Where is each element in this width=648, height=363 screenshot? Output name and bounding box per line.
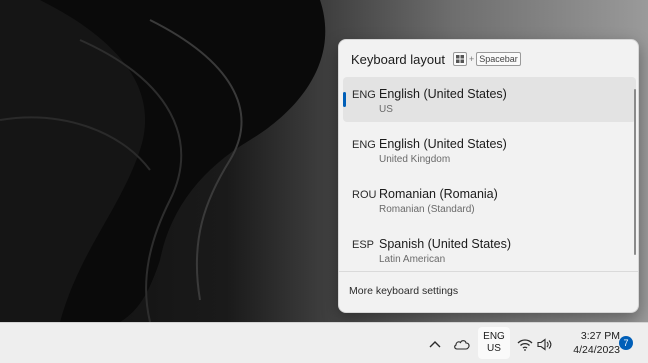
layout-variant: United Kingdom bbox=[379, 154, 451, 165]
input-language-code: ENG bbox=[483, 331, 505, 342]
layout-name: English (United States) bbox=[379, 87, 507, 101]
flyout-divider bbox=[339, 271, 638, 272]
clock-date: 4/24/2023 bbox=[573, 344, 620, 356]
layout-item[interactable]: ROU Romanian (Romania) Romanian (Standar… bbox=[343, 177, 636, 222]
onedrive-icon[interactable] bbox=[452, 335, 472, 353]
layout-name: Romanian (Romania) bbox=[379, 187, 498, 201]
layout-code: ROU bbox=[352, 189, 377, 201]
shortcut-plus: + bbox=[468, 54, 475, 64]
layout-list: ENG English (United States) US ENG Engli… bbox=[343, 77, 636, 277]
chevron-up-icon[interactable] bbox=[426, 335, 444, 353]
layout-item[interactable]: ENG English (United States) US bbox=[343, 77, 636, 122]
keyboard-layout-flyout: Keyboard layout + Spacebar ENG English (… bbox=[338, 39, 639, 313]
layout-name: English (United States) bbox=[379, 137, 507, 151]
layout-code: ENG bbox=[352, 89, 376, 101]
flyout-header: Keyboard layout + Spacebar bbox=[351, 50, 521, 68]
layout-code: ESP bbox=[352, 239, 375, 251]
layout-list-scrollbar[interactable] bbox=[634, 89, 636, 255]
flyout-title: Keyboard layout bbox=[351, 51, 445, 67]
layout-item[interactable]: ESP Spanish (United States) Latin Americ… bbox=[343, 227, 636, 272]
wifi-icon[interactable] bbox=[516, 335, 534, 353]
input-indicator-button[interactable]: ENG US bbox=[478, 327, 510, 359]
taskbar: ENG US 3:27 PM 4/24/2023 7 bbox=[0, 322, 648, 363]
layout-code: ENG bbox=[352, 139, 376, 151]
layout-variant: Latin American bbox=[379, 254, 446, 265]
notification-badge[interactable]: 7 bbox=[619, 336, 633, 350]
clock-button[interactable]: 3:27 PM 4/24/2023 bbox=[560, 328, 620, 358]
clock-time: 3:27 PM bbox=[580, 330, 620, 342]
spacebar-keycap: Spacebar bbox=[476, 52, 521, 66]
layout-variant: US bbox=[379, 104, 393, 115]
layout-name: Spanish (United States) bbox=[379, 237, 512, 251]
shortcut-hint: + Spacebar bbox=[452, 52, 521, 66]
layout-variant: Romanian (Standard) bbox=[379, 204, 475, 215]
windows-key-icon bbox=[452, 52, 467, 66]
more-keyboard-settings-link[interactable]: More keyboard settings bbox=[349, 285, 458, 297]
input-layout-code: US bbox=[487, 343, 501, 354]
speaker-icon[interactable] bbox=[536, 335, 554, 353]
selected-indicator bbox=[343, 92, 346, 107]
layout-item[interactable]: ENG English (United States) United Kingd… bbox=[343, 127, 636, 172]
